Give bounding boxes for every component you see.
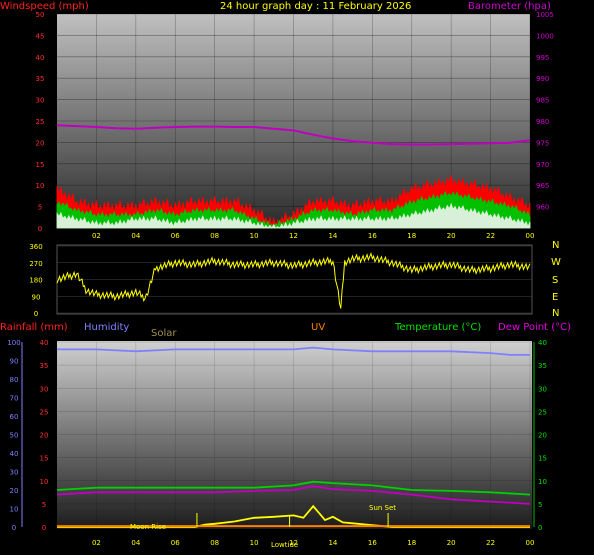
x-tick-label: 06 xyxy=(171,539,180,547)
compass-label: N xyxy=(552,240,559,251)
y-tick-label-rain: 15 xyxy=(40,455,49,463)
y-tick-label-barometer: 990 xyxy=(536,75,549,83)
y-tick-label-humidity: 40 xyxy=(10,450,19,458)
compass-label: N xyxy=(552,308,559,319)
annotation-sunset: Sun Set xyxy=(369,504,396,512)
y-tick-label-rain: 5 xyxy=(42,501,46,509)
x-tick-label: 04 xyxy=(131,232,140,240)
y-tick-label-temperature: 15 xyxy=(538,455,547,463)
x-tick-label: 02 xyxy=(92,232,101,240)
y-tick-label-humidity: 60 xyxy=(10,413,19,421)
y-tick-label-humidity: 20 xyxy=(10,487,19,495)
y-tick-label-temperature: 25 xyxy=(538,408,547,416)
y-tick-label-humidity: 100 xyxy=(7,339,20,347)
y-tick-label-direction: 270 xyxy=(29,260,42,268)
y-tick-label-barometer: 985 xyxy=(536,97,549,105)
y-tick-label-humidity: 0 xyxy=(12,524,16,532)
y-tick-label-humidity: 70 xyxy=(10,395,19,403)
x-tick-label: 20 xyxy=(447,232,456,240)
x-tick-label: 18 xyxy=(407,232,416,240)
annotation-lowtide: Lowtide xyxy=(271,541,298,549)
x-tick-label: 16 xyxy=(368,232,377,240)
y-tick-label-temperature: 35 xyxy=(538,362,547,370)
y-tick-label-rain: 35 xyxy=(40,362,49,370)
y-tick-label-wind: 40 xyxy=(36,54,45,62)
y-tick-label-wind: 20 xyxy=(36,139,45,147)
legend-uv: UV xyxy=(311,322,325,333)
x-tick-label: 12 xyxy=(289,232,298,240)
y-tick-label-barometer: 980 xyxy=(536,118,549,126)
compass-label: W xyxy=(551,257,561,268)
compass-label: S xyxy=(552,275,558,286)
y-tick-label-wind: 30 xyxy=(36,97,45,105)
x-tick-label: 08 xyxy=(210,539,219,547)
y-tick-label-wind: 15 xyxy=(36,161,45,169)
y-tick-label-rain: 40 xyxy=(40,339,49,347)
x-tick-label: 10 xyxy=(250,539,259,547)
annotation-moonrise: Moon Rise xyxy=(130,523,166,531)
x-tick-label: 04 xyxy=(131,539,140,547)
x-tick-label: 22 xyxy=(486,539,495,547)
legend-humidity: Humidity xyxy=(84,322,129,333)
y-tick-label-temperature: 40 xyxy=(538,339,547,347)
x-tick-label: 06 xyxy=(171,232,180,240)
y-tick-label-direction: 90 xyxy=(32,293,41,301)
y-tick-label-barometer: 975 xyxy=(536,139,549,147)
y-tick-label-wind: 35 xyxy=(36,75,45,83)
y-tick-label-direction: 180 xyxy=(29,277,42,285)
x-tick-label: 02 xyxy=(92,539,101,547)
y-tick-label-rain: 0 xyxy=(42,524,46,532)
y-tick-label-barometer: 965 xyxy=(536,182,549,190)
chart-title: 24 hour graph day : 11 February 2026 xyxy=(220,1,411,12)
left-axis-label-wind: Windspeed (mph) xyxy=(0,1,89,12)
y-tick-label-wind: 25 xyxy=(36,118,45,126)
y-tick-label-barometer: 960 xyxy=(536,204,549,212)
y-tick-label-direction: 360 xyxy=(29,243,42,251)
y-tick-label-barometer: 970 xyxy=(536,161,549,169)
x-tick-label: 18 xyxy=(407,539,416,547)
x-tick-label: 22 xyxy=(486,232,495,240)
y-tick-label-humidity: 80 xyxy=(10,376,19,384)
y-tick-label-barometer: 1000 xyxy=(536,32,554,40)
y-tick-label-barometer: 995 xyxy=(536,54,549,62)
y-tick-label-rain: 30 xyxy=(40,385,49,393)
y-tick-label-temperature: 0 xyxy=(538,524,542,532)
y-tick-label-humidity: 10 xyxy=(10,506,19,514)
y-tick-label-rain: 20 xyxy=(40,432,49,440)
y-tick-label-temperature: 10 xyxy=(538,478,547,486)
x-tick-label: 08 xyxy=(210,232,219,240)
y-tick-label-wind: 5 xyxy=(38,204,42,212)
y-tick-label-rain: 10 xyxy=(40,478,49,486)
legend-rainfall: Rainfall (mm) xyxy=(0,322,68,333)
legend-solar: Solar xyxy=(151,328,177,339)
right-axis-label-barometer: Barometer (hpa) xyxy=(468,1,551,12)
y-tick-label-temperature: 30 xyxy=(538,385,547,393)
x-tick-label: 14 xyxy=(328,539,337,547)
x-tick-label: 20 xyxy=(447,539,456,547)
x-tick-label: 10 xyxy=(250,232,259,240)
x-tick-label: 00 xyxy=(526,539,535,547)
panel-rain-bg xyxy=(57,341,532,529)
y-tick-label-wind: 45 xyxy=(36,32,45,40)
y-tick-label-wind: 10 xyxy=(36,182,45,190)
y-tick-label-rain: 25 xyxy=(40,408,49,416)
y-tick-label-temperature: 5 xyxy=(538,501,542,509)
y-tick-label-wind: 50 xyxy=(36,11,45,19)
y-tick-label-humidity: 50 xyxy=(10,432,19,440)
y-tick-label-humidity: 90 xyxy=(10,358,19,366)
x-tick-label: 14 xyxy=(328,232,337,240)
legend-dewpoint: Dew Point (°C) xyxy=(498,322,571,333)
x-tick-label: 00 xyxy=(526,232,535,240)
x-tick-label: 16 xyxy=(368,539,377,547)
legend-temperature: Temperature (°C) xyxy=(394,322,481,333)
y-tick-label-wind: 0 xyxy=(38,225,42,233)
y-tick-label-direction: 0 xyxy=(34,310,38,318)
compass-label: E xyxy=(552,292,558,303)
weather-chart: 0510152025303540455096096597097598098599… xyxy=(0,1,571,549)
y-tick-label-humidity: 30 xyxy=(10,469,19,477)
y-tick-label-barometer: 1005 xyxy=(536,11,554,19)
y-tick-label-temperature: 20 xyxy=(538,432,547,440)
